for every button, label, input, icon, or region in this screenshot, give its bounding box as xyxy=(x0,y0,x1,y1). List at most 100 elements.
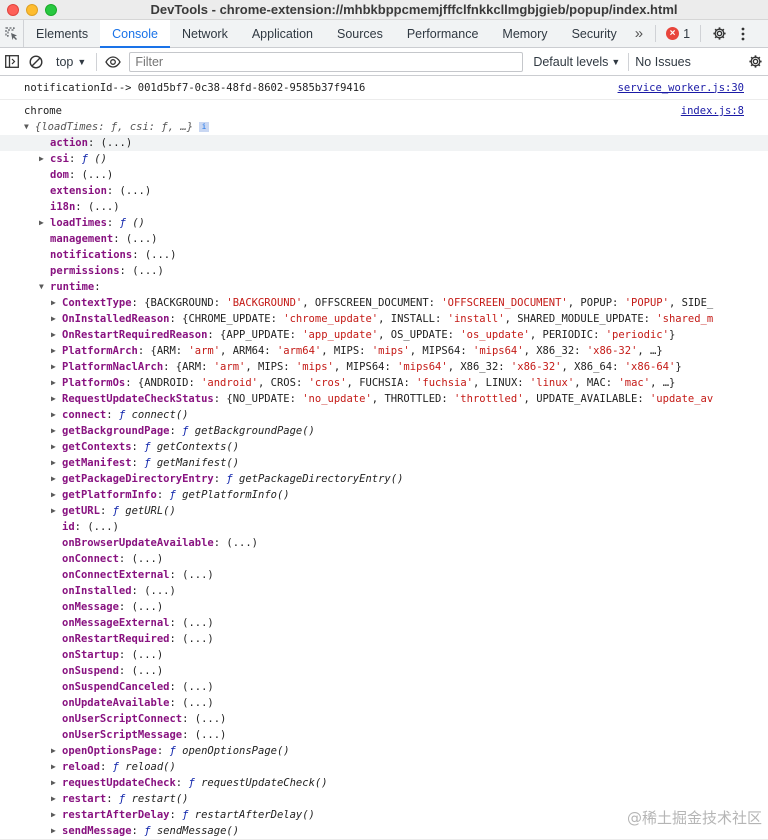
tree-row[interactable]: management: (...) xyxy=(0,231,768,247)
more-tabs-icon[interactable]: » xyxy=(629,20,649,47)
expand-arrow-icon[interactable]: ▶ xyxy=(51,439,62,455)
tree-row[interactable]: extension: (...) xyxy=(0,183,768,199)
info-icon[interactable]: i xyxy=(199,122,210,132)
tree-row[interactable]: ▶ getPlatformInfo: ƒ getPlatformInfo() xyxy=(0,487,768,503)
tab-security[interactable]: Security xyxy=(560,20,629,47)
tree-row[interactable]: ▶ PlatformNaclArch: {ARM: 'arm', MIPS: 'm… xyxy=(0,359,768,375)
tree-row[interactable]: id: (...) xyxy=(0,519,768,535)
expand-arrow-icon[interactable]: ▶ xyxy=(51,823,62,839)
context-selector[interactable]: top ▼ xyxy=(48,55,92,69)
tree-row[interactable]: onSuspend: (...) xyxy=(0,663,768,679)
expand-arrow-icon[interactable]: ▶ xyxy=(51,311,62,327)
collapse-arrow-icon[interactable]: ▼ xyxy=(24,119,35,135)
property-value[interactable]: : (...) xyxy=(107,183,151,199)
expand-arrow-icon[interactable]: ▶ xyxy=(39,215,50,231)
tree-row[interactable]: ▶ RequestUpdateCheckStatus: {NO_UPDATE: '… xyxy=(0,391,768,407)
expand-arrow-icon[interactable]: ▶ xyxy=(51,359,62,375)
log-levels-dropdown[interactable]: Default levels ▼ xyxy=(533,55,620,69)
lazy-value[interactable]: (...) xyxy=(132,663,164,679)
tree-row[interactable]: ▶ requestUpdateCheck: ƒ requestUpdateChec… xyxy=(0,775,768,791)
expand-arrow-icon[interactable]: ▶ xyxy=(39,151,50,167)
object-summary-row[interactable]: ▼ {loadTimes: ƒ, csi: ƒ, …} i xyxy=(24,119,744,135)
property-value[interactable]: : (...) xyxy=(132,247,176,263)
tree-row[interactable]: onInstalled: (...) xyxy=(0,583,768,599)
expand-arrow-icon[interactable]: ▶ xyxy=(51,503,62,519)
lazy-value[interactable]: (...) xyxy=(182,679,214,695)
tree-row[interactable]: ▶ loadTimes: ƒ () xyxy=(0,215,768,231)
tree-row[interactable]: onUserScriptConnect: (...) xyxy=(0,711,768,727)
tree-row[interactable]: ▶ reload: ƒ reload() xyxy=(0,759,768,775)
expand-arrow-icon[interactable]: ▶ xyxy=(51,807,62,823)
tree-row[interactable]: onConnectExternal: (...) xyxy=(0,567,768,583)
tab-application[interactable]: Application xyxy=(240,20,325,47)
lazy-value[interactable]: (...) xyxy=(226,535,258,551)
tree-row[interactable]: onStartup: (...) xyxy=(0,647,768,663)
tree-row[interactable]: ▶ getURL: ƒ getURL() xyxy=(0,503,768,519)
tree-row[interactable]: onRestartRequired: (...) xyxy=(0,631,768,647)
expand-arrow-icon[interactable]: ▶ xyxy=(51,487,62,503)
lazy-value[interactable]: (...) xyxy=(182,567,214,583)
tab-performance[interactable]: Performance xyxy=(395,20,491,47)
tree-row[interactable]: action: (...) xyxy=(0,135,768,151)
tree-row[interactable]: ▶ OnRestartRequiredReason: {APP_UPDATE: '… xyxy=(0,327,768,343)
property-value[interactable]: : (...) xyxy=(113,231,157,247)
tree-row[interactable]: ▶ getBackgroundPage: ƒ getBackgroundPage(… xyxy=(0,423,768,439)
lazy-value[interactable]: (...) xyxy=(182,615,214,631)
live-expression-eye-icon[interactable] xyxy=(101,48,125,76)
sidebar-toggle-icon[interactable] xyxy=(0,48,24,76)
property-value[interactable]: : (...) xyxy=(69,167,113,183)
tree-row[interactable]: ▶ ContextType: {BACKGROUND: 'BACKGROUND',… xyxy=(0,295,768,311)
expand-arrow-icon[interactable]: ▶ xyxy=(51,407,62,423)
error-count-badge[interactable]: × 1 xyxy=(662,20,694,47)
tab-console[interactable]: Console xyxy=(100,20,170,48)
property-value[interactable]: : (...) xyxy=(75,199,119,215)
issues-button[interactable]: No Issues xyxy=(628,52,697,71)
tree-row[interactable]: permissions: (...) xyxy=(0,263,768,279)
tree-row[interactable]: onBrowserUpdateAvailable: (...) xyxy=(0,535,768,551)
tree-row[interactable]: ▶ csi: ƒ () xyxy=(0,151,768,167)
filter-input[interactable] xyxy=(129,51,524,72)
expand-arrow-icon[interactable]: ▶ xyxy=(51,759,62,775)
expand-arrow-icon[interactable]: ▶ xyxy=(51,471,62,487)
lazy-value[interactable]: (...) xyxy=(132,599,164,615)
tree-row[interactable]: onUpdateAvailable: (...) xyxy=(0,695,768,711)
property-value[interactable]: : (...) xyxy=(120,263,164,279)
tree-row[interactable]: onUserScriptMessage: (...) xyxy=(0,727,768,743)
tree-row[interactable]: i18n: (...) xyxy=(0,199,768,215)
collapse-arrow-icon[interactable]: ▼ xyxy=(39,279,50,295)
inspect-element-icon[interactable] xyxy=(0,20,24,47)
expand-arrow-icon[interactable]: ▶ xyxy=(51,295,62,311)
lazy-value[interactable]: (...) xyxy=(132,647,164,663)
tree-row[interactable]: ▶ openOptionsPage: ƒ openOptionsPage() xyxy=(0,743,768,759)
tree-row[interactable]: notifications: (...) xyxy=(0,247,768,263)
tree-row[interactable]: onSuspendCanceled: (...) xyxy=(0,679,768,695)
expand-arrow-icon[interactable]: ▶ xyxy=(51,327,62,343)
expand-arrow-icon[interactable]: ▶ xyxy=(51,455,62,471)
tree-row[interactable]: ▶ PlatformArch: {ARM: 'arm', ARM64: 'arm6… xyxy=(0,343,768,359)
tree-row[interactable]: ▼ runtime: xyxy=(0,279,768,295)
tree-row[interactable]: ▶ getManifest: ƒ getManifest() xyxy=(0,455,768,471)
tree-row[interactable]: ▶ OnInstalledReason: {CHROME_UPDATE: 'chr… xyxy=(0,311,768,327)
tree-row[interactable]: ▶ getPackageDirectoryEntry: ƒ getPackageD… xyxy=(0,471,768,487)
expand-arrow-icon[interactable]: ▶ xyxy=(51,391,62,407)
expand-arrow-icon[interactable]: ▶ xyxy=(51,791,62,807)
tree-row[interactable]: ▶ connect: ƒ connect() xyxy=(0,407,768,423)
expand-arrow-icon[interactable]: ▶ xyxy=(51,343,62,359)
tree-row[interactable]: onMessageExternal: (...) xyxy=(0,615,768,631)
message-source-link[interactable]: service_worker.js:30 xyxy=(618,80,744,96)
expand-arrow-icon[interactable]: ▶ xyxy=(51,775,62,791)
tree-row[interactable]: ▶ PlatformOs: {ANDROID: 'android', CROS: … xyxy=(0,375,768,391)
expand-arrow-icon[interactable]: ▶ xyxy=(51,423,62,439)
tab-memory[interactable]: Memory xyxy=(490,20,559,47)
lazy-value[interactable]: (...) xyxy=(182,695,214,711)
settings-gear-icon[interactable] xyxy=(707,20,731,47)
lazy-value[interactable]: (...) xyxy=(132,551,164,567)
tab-sources[interactable]: Sources xyxy=(325,20,395,47)
customize-menu-icon[interactable] xyxy=(731,20,755,47)
clear-console-icon[interactable] xyxy=(24,48,48,76)
tab-network[interactable]: Network xyxy=(170,20,240,47)
tab-elements[interactable]: Elements xyxy=(24,20,100,47)
message-source-link[interactable]: index.js:8 xyxy=(681,103,744,119)
tree-row[interactable]: dom: (...) xyxy=(0,167,768,183)
lazy-value[interactable]: (...) xyxy=(144,583,176,599)
